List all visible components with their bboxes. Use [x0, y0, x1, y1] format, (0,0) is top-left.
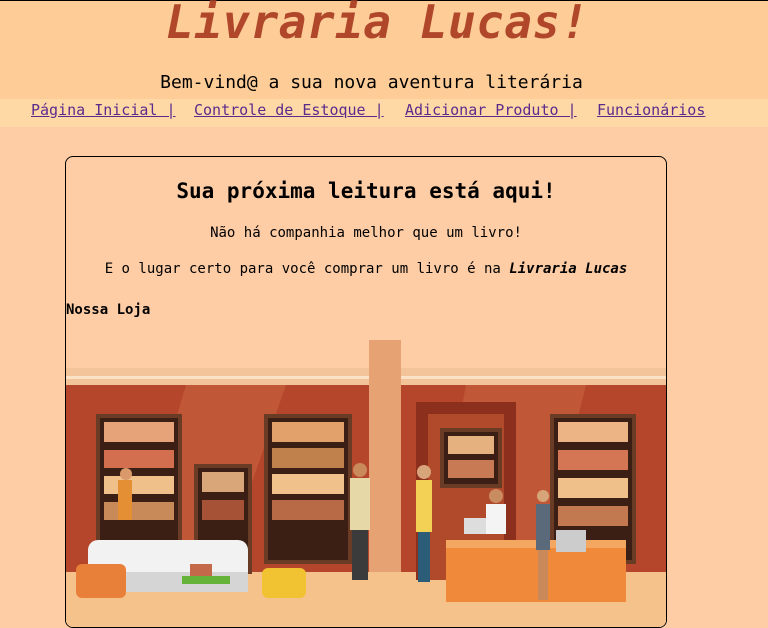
store-heading: Nossa Loja	[66, 302, 151, 318]
card-text-line2: E o lugar certo para você comprar um liv…	[66, 261, 666, 277]
nav-link-add-product[interactable]: Adicionar Produto |	[405, 101, 577, 119]
site-tagline: Bem-vind@ a sua nova aventura literária	[160, 72, 583, 93]
nav-link-stock-control[interactable]: Controle de Estoque |	[194, 101, 384, 119]
card-title: Sua próxima leitura está aqui!	[176, 179, 556, 203]
welcome-card: Sua próxima leitura está aqui! Não há co…	[65, 156, 667, 628]
main-nav: Página Inicial | Controle de Estoque | A…	[0, 99, 768, 127]
nav-link-home[interactable]: Página Inicial |	[31, 101, 176, 119]
card-text-line1: Não há companhia melhor que um livro!	[210, 225, 522, 241]
site-title: Livraria Lucas!	[166, 0, 589, 49]
card-text-line2-prefix: E o lugar certo para você comprar um liv…	[104, 261, 510, 277]
card-text-brand: Livraria Lucas	[509, 261, 628, 277]
site-header: Livraria Lucas! Bem-vind@ a sua nova ave…	[0, 0, 768, 99]
nav-link-employees[interactable]: Funcionários	[597, 101, 705, 119]
bookstore-illustration	[66, 340, 666, 627]
